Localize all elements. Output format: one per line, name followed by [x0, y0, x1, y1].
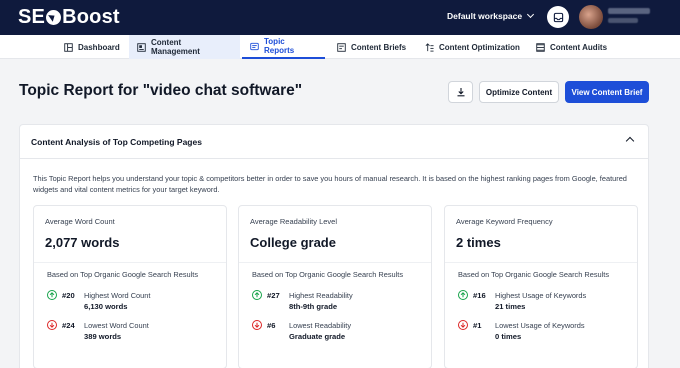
content-audits-icon: [536, 42, 545, 52]
row-desc: Lowest Usage of Keywords: [495, 321, 585, 330]
workspace-selector[interactable]: Default workspace: [447, 10, 535, 21]
highest-row: #27 Highest Readability 8th-9th grade: [252, 290, 427, 312]
row-value: 0 times: [495, 332, 522, 341]
arrow-down-icon: [458, 320, 468, 330]
download-icon: [457, 88, 464, 97]
tab-content-briefs[interactable]: Content Briefs: [329, 35, 414, 59]
card-label: Average Readability Level: [250, 217, 338, 226]
tab-label: Content Audits: [550, 42, 608, 52]
lowest-row: #6 Lowest Readability Graduate grade: [252, 320, 427, 342]
avatar[interactable]: [579, 5, 603, 29]
card-divider: [34, 262, 226, 263]
optimize-content-button[interactable]: Optimize Content: [479, 81, 559, 103]
panel-intro-text: This Topic Report helps you understand y…: [33, 174, 627, 194]
user-name-blurred: [608, 8, 650, 14]
tab-dashboard[interactable]: Dashboard: [56, 35, 128, 59]
rank[interactable]: #6: [267, 321, 275, 330]
logo-text-left: SE: [18, 6, 46, 28]
card-basis: Based on Top Organic Google Search Resul…: [47, 270, 199, 279]
panel-header[interactable]: Content Analysis of Top Competing Pages: [20, 125, 648, 159]
readability-card: Average Readability Level College grade …: [238, 205, 432, 368]
tab-content-management[interactable]: Content Management: [129, 35, 240, 59]
inbox-icon: [553, 12, 563, 22]
main-nav: Dashboard Content Management Topic Repor…: [0, 35, 680, 59]
tab-label: Content Briefs: [351, 42, 407, 52]
row-value: 389 words: [84, 332, 122, 341]
arrow-up-icon: [252, 290, 262, 300]
download-button[interactable]: [448, 81, 473, 103]
view-content-brief-button[interactable]: View Content Brief: [565, 81, 649, 103]
arrow-up-icon: [47, 290, 57, 300]
content-briefs-icon: [337, 42, 346, 52]
tab-label: Content Optimization: [439, 42, 520, 52]
logo-text-right: Boost: [62, 6, 120, 28]
inbox-button[interactable]: [547, 6, 569, 28]
page-title: Topic Report for "video chat software": [19, 82, 303, 99]
row-desc: Lowest Word Count: [84, 321, 149, 330]
row-value: 21 times: [495, 302, 526, 311]
rank[interactable]: #24: [62, 321, 75, 330]
tab-content-optimization[interactable]: Content Optimization: [417, 35, 528, 59]
card-label: Average Word Count: [45, 217, 115, 226]
arrow-up-icon: [458, 290, 468, 300]
tab-label: Content Management: [151, 38, 200, 56]
chevron-up-icon[interactable]: [625, 136, 635, 146]
content-management-icon: [137, 42, 146, 52]
top-bar: SE Boost Default workspace: [0, 0, 680, 35]
card-value: 2,077 words: [45, 235, 120, 250]
card-value: 2 times: [456, 235, 501, 250]
dashboard-icon: [64, 42, 73, 52]
word-count-card: Average Word Count 2,077 words Based on …: [33, 205, 227, 368]
card-divider: [445, 262, 637, 263]
row-desc: Highest Usage of Keywords: [495, 291, 587, 300]
lowest-row: #24 Lowest Word Count 389 words: [47, 320, 222, 342]
content-optimization-icon: [425, 42, 434, 52]
arrow-down-icon: [47, 320, 57, 330]
rank[interactable]: #1: [473, 321, 481, 330]
row-desc: Lowest Readability: [289, 321, 352, 330]
lowest-row: #1 Lowest Usage of Keywords 0 times: [458, 320, 633, 342]
rank[interactable]: #16: [473, 291, 486, 300]
row-value: 6,130 words: [84, 302, 128, 311]
seoboost-logo[interactable]: SE Boost: [18, 6, 120, 29]
card-value: College grade: [250, 235, 336, 250]
rank[interactable]: #27: [267, 291, 280, 300]
highest-row: #20 Highest Word Count 6,130 words: [47, 290, 222, 312]
card-basis: Based on Top Organic Google Search Resul…: [458, 270, 610, 279]
row-desc: Highest Readability: [289, 291, 353, 300]
row-value: Graduate grade: [289, 332, 346, 341]
tab-label: Topic Reports: [264, 37, 295, 55]
keyword-frequency-card: Average Keyword Frequency 2 times Based …: [444, 205, 638, 368]
highest-row: #16 Highest Usage of Keywords 21 times: [458, 290, 633, 312]
tab-label: Dashboard: [78, 42, 120, 52]
rank[interactable]: #20: [62, 291, 75, 300]
card-label: Average Keyword Frequency: [456, 217, 553, 226]
panel-title: Content Analysis of Top Competing Pages: [31, 137, 202, 147]
chevron-down-icon: [527, 10, 535, 19]
row-desc: Highest Word Count: [84, 291, 151, 300]
arrow-down-icon: [252, 320, 262, 330]
row-value: 8th-9th grade: [289, 302, 338, 311]
card-divider: [239, 262, 431, 263]
topic-reports-icon: [250, 42, 259, 51]
user-role-blurred: [608, 18, 638, 23]
logo-o-icon: [46, 10, 62, 25]
card-basis: Based on Top Organic Google Search Resul…: [252, 270, 404, 279]
tab-content-audits[interactable]: Content Audits: [528, 35, 615, 59]
workspace-label: Default workspace: [447, 11, 523, 21]
tab-topic-reports[interactable]: Topic Reports: [242, 35, 325, 59]
content-analysis-panel: Content Analysis of Top Competing Pages …: [19, 124, 649, 368]
